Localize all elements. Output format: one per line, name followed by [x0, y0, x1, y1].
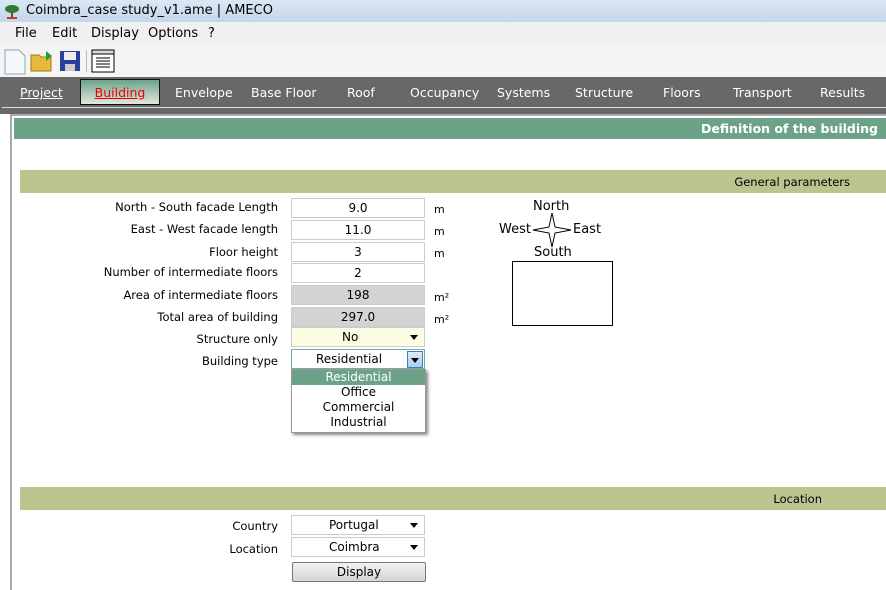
compass-star-icon — [532, 212, 572, 248]
menu-edit[interactable]: Edit — [52, 26, 77, 41]
page-title: Definition of the building — [14, 118, 886, 139]
country-value: Portugal — [329, 518, 379, 532]
option-residential[interactable]: Residential — [292, 370, 425, 385]
intermediate-area-label: Area of intermediate floors — [123, 288, 278, 302]
title-bar: Coimbra_case study_v1.ame | AMECO — [0, 0, 886, 22]
menu-help[interactable]: ? — [208, 26, 215, 41]
location-label: Location — [229, 542, 278, 556]
structure-only-value: No — [342, 330, 359, 344]
location-select[interactable]: Coimbra — [291, 537, 425, 557]
compass-west: West — [499, 222, 531, 237]
ew-length-input[interactable]: 11.0 — [291, 220, 425, 240]
report-icon[interactable] — [91, 49, 115, 73]
option-commercial[interactable]: Commercial — [292, 400, 425, 415]
building-type-label: Building type — [202, 354, 278, 368]
tab-systems[interactable]: Systems — [497, 85, 550, 100]
building-type-dropdown-list: Residential Office Commercial Industrial — [291, 369, 426, 433]
unit-label: m² — [434, 313, 450, 326]
divider — [2, 107, 886, 108]
chevron-down-icon — [410, 335, 418, 340]
building-type-value: Residential — [315, 352, 383, 366]
country-select[interactable]: Portugal — [291, 515, 425, 535]
section-location: Location — [20, 487, 886, 510]
chevron-down-icon — [411, 358, 419, 363]
window-title: Coimbra_case study_v1.ame | AMECO — [26, 3, 273, 18]
country-label: Country — [232, 519, 278, 533]
tab-transport[interactable]: Transport — [733, 85, 792, 100]
tab-occupancy[interactable]: Occupancy — [410, 85, 479, 100]
ns-length-input[interactable]: 9.0 — [291, 198, 425, 218]
tab-building[interactable]: Building — [80, 79, 160, 105]
unit-label: m — [434, 247, 445, 260]
intermediate-area-value: 198 — [291, 285, 425, 305]
menu-options[interactable]: Options — [148, 26, 198, 41]
option-office[interactable]: Office — [292, 385, 425, 400]
unit-label: m — [434, 203, 445, 216]
building-preview — [512, 261, 613, 326]
open-folder-icon[interactable] — [30, 49, 56, 73]
ns-length-label: North - South facade Length — [115, 200, 278, 214]
tab-project[interactable]: Project — [20, 85, 63, 100]
unit-label: m — [434, 225, 445, 238]
structure-only-select[interactable]: No — [291, 327, 425, 347]
compass-east: East — [573, 222, 602, 237]
chevron-down-icon — [410, 523, 418, 528]
total-area-label: Total area of building — [157, 310, 278, 324]
option-industrial[interactable]: Industrial — [292, 415, 425, 430]
total-area-value: 297.0 — [291, 307, 425, 327]
tab-envelope[interactable]: Envelope — [175, 85, 233, 100]
display-button[interactable]: Display — [292, 562, 426, 582]
tab-base-floor[interactable]: Base Floor — [251, 85, 317, 100]
tab-results[interactable]: Results — [820, 85, 865, 100]
menu-display[interactable]: Display — [91, 26, 139, 41]
save-icon[interactable] — [59, 50, 81, 72]
section-general-parameters: General parameters — [20, 170, 886, 193]
floor-height-input[interactable]: 3 — [291, 242, 425, 262]
app-tree-icon — [5, 5, 19, 19]
new-file-icon[interactable] — [4, 49, 26, 75]
dropdown-button[interactable] — [407, 351, 423, 368]
building-type-select[interactable]: Residential — [291, 349, 425, 369]
intermediate-floors-label: Number of intermediate floors — [103, 265, 278, 279]
tab-floors[interactable]: Floors — [663, 85, 701, 100]
tab-roof[interactable]: Roof — [347, 85, 375, 100]
tab-bar: Project Building Envelope Base Floor Roo… — [0, 77, 886, 114]
menu-bar: File Edit Display Options ? — [0, 22, 886, 46]
menu-file[interactable]: File — [15, 26, 37, 41]
chevron-down-icon — [410, 545, 418, 550]
tab-structure[interactable]: Structure — [575, 85, 633, 100]
unit-label: m² — [434, 291, 450, 304]
structure-only-label: Structure only — [196, 332, 278, 346]
floor-height-label: Floor height — [209, 245, 278, 259]
intermediate-floors-input[interactable]: 2 — [291, 263, 425, 283]
toolbar — [0, 46, 886, 77]
location-value: Coimbra — [329, 540, 380, 554]
ew-length-label: East - West facade length — [130, 222, 278, 236]
